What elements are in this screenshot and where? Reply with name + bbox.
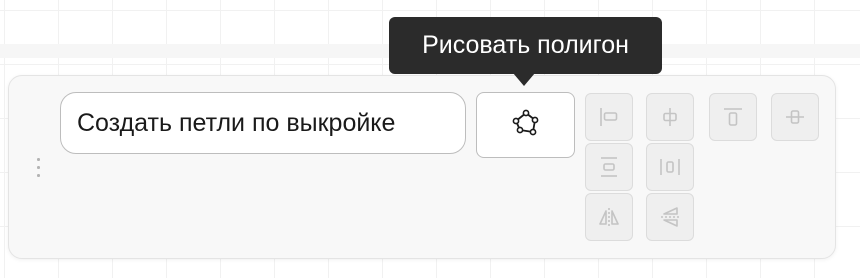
- align-vertical-center-icon: [782, 104, 808, 130]
- flip-vertical-icon: [657, 204, 683, 230]
- polygon-draw-icon: [511, 108, 541, 143]
- align-center-vertical-button[interactable]: [771, 93, 819, 141]
- distribute-horizontal-button[interactable]: [646, 143, 694, 191]
- distribute-horizontal-icon: [657, 154, 683, 180]
- align-horizontal-center-icon: [657, 104, 683, 130]
- distribute-vertical-button[interactable]: [585, 143, 633, 191]
- tooltip-text: Рисовать полигон: [422, 31, 629, 59]
- align-center-horizontal-button[interactable]: [646, 93, 694, 141]
- text-input[interactable]: Создать петли по выкройке: [60, 92, 466, 154]
- draw-polygon-button[interactable]: [476, 92, 575, 158]
- flip-vertical-button[interactable]: [646, 193, 694, 241]
- tooltip-arrow: [513, 73, 535, 86]
- vertical-dots-icon[interactable]: [33, 157, 43, 179]
- flip-horizontal-icon: [596, 204, 622, 230]
- align-top-button[interactable]: [709, 93, 757, 141]
- align-left-button[interactable]: [585, 93, 633, 141]
- align-left-icon: [596, 104, 622, 130]
- align-top-icon: [720, 104, 746, 130]
- flip-horizontal-button[interactable]: [585, 193, 633, 241]
- text-input-value: Создать петли по выкройке: [77, 108, 396, 137]
- distribute-vertical-icon: [596, 154, 622, 180]
- tooltip: Рисовать полигон: [389, 17, 662, 74]
